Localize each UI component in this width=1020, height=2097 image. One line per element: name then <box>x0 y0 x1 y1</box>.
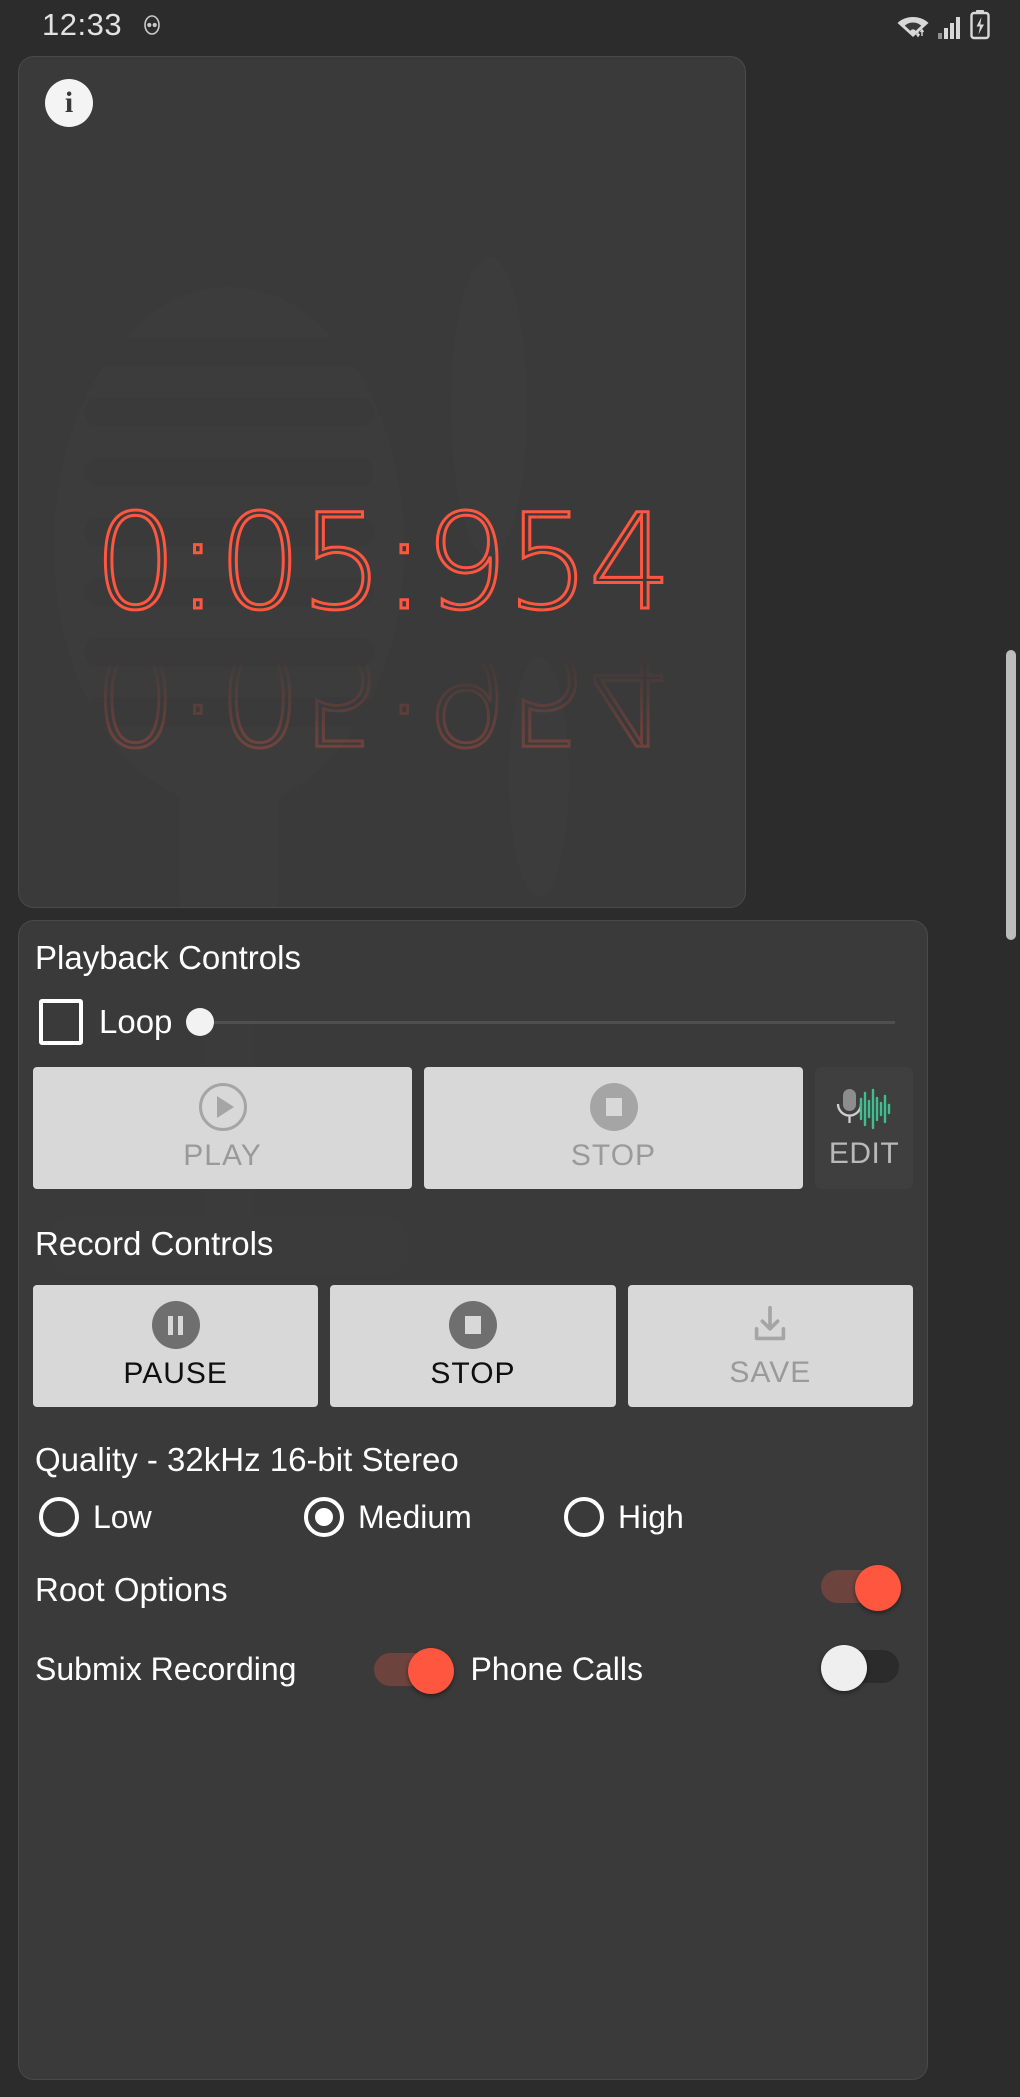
record-stop-button-label: STOP <box>430 1357 516 1390</box>
loop-label: Loop <box>99 1003 173 1040</box>
stop-circle-icon <box>448 1301 497 1349</box>
pause-circle-icon <box>151 1301 200 1349</box>
quality-title: Quality - 32kHz 16-bit Stereo <box>35 1441 459 1478</box>
edit-button-label: EDIT <box>828 1137 900 1170</box>
play-circle-icon <box>198 1083 247 1131</box>
radio-low-icon <box>39 1497 79 1537</box>
quality-option-low-label: Low <box>93 1498 152 1535</box>
play-triangle-icon <box>216 1096 234 1118</box>
record-save-button[interactable]: SAVE <box>627 1285 913 1407</box>
status-bar: 12:33 <box>0 0 1020 50</box>
quality-option-high[interactable]: High <box>564 1497 684 1537</box>
loop-checkbox[interactable] <box>39 999 83 1045</box>
phone-calls-label: Phone Calls <box>470 1650 643 1687</box>
record-button-row: PAUSE STOP SAVE <box>19 1285 927 1407</box>
info-icon: i <box>64 86 74 119</box>
record-save-button-label: SAVE <box>729 1356 812 1389</box>
info-button[interactable]: i <box>45 79 93 127</box>
toggle-knob <box>408 1648 455 1694</box>
battery-charging-icon <box>970 10 990 40</box>
slider-track <box>186 1020 895 1024</box>
status-bar-left: 12:33 <box>42 7 164 43</box>
slider-thumb[interactable] <box>186 1008 215 1036</box>
playback-stop-button[interactable]: STOP <box>424 1067 803 1189</box>
stop-square-icon <box>605 1098 622 1116</box>
quality-radio-group: Low Medium High <box>19 1497 927 1537</box>
elapsed-time-reflection: 0:05:954 <box>92 617 672 774</box>
controls-card: Playback Controls Loop PLAY STOP EDIT Re… <box>18 920 928 2080</box>
play-button-label: PLAY <box>183 1139 262 1172</box>
record-pause-button-label: PAUSE <box>123 1357 228 1390</box>
stop-square-icon <box>464 1316 481 1334</box>
cellular-signal-icon <box>938 17 960 39</box>
phone-calls-toggle[interactable] <box>821 1645 899 1691</box>
loop-row: Loop <box>19 999 927 1045</box>
timer-card: i 0:05:954 0:05:954 <box>18 56 746 908</box>
submix-recording-label: Submix Recording <box>35 1650 297 1687</box>
submix-recording-row: Submix Recording Phone Calls <box>19 1641 927 1697</box>
quality-option-low[interactable]: Low <box>39 1497 304 1537</box>
record-pause-button[interactable]: PAUSE <box>33 1285 319 1407</box>
playback-position-slider[interactable] <box>186 1004 895 1040</box>
toggle-knob <box>855 1565 901 1611</box>
playback-stop-button-label: STOP <box>570 1139 657 1172</box>
pause-bars-icon <box>168 1315 184 1335</box>
download-icon <box>755 1305 786 1341</box>
record-stop-button[interactable]: STOP <box>330 1285 616 1407</box>
elapsed-time-display: 0:05:954 <box>92 486 674 640</box>
record-controls-title: Record Controls <box>35 1225 274 1262</box>
wifi-icon <box>897 17 929 38</box>
playback-controls-title: Playback Controls <box>35 939 301 976</box>
submix-recording-toggle[interactable] <box>374 1648 455 1694</box>
microphone-waveform-icon <box>836 1088 891 1130</box>
quality-option-high-label: High <box>618 1498 684 1535</box>
quality-option-medium[interactable]: Medium <box>304 1497 564 1537</box>
play-button[interactable]: PLAY <box>33 1067 412 1189</box>
radio-medium-icon <box>304 1497 344 1537</box>
status-clock: 12:33 <box>42 7 123 42</box>
root-options-row: Root Options <box>19 1565 927 1623</box>
page-scrollbar[interactable] <box>1006 650 1016 940</box>
eye-icon <box>144 15 160 35</box>
radio-high-icon <box>564 1497 604 1537</box>
status-bar-right <box>896 10 990 40</box>
playback-button-row: PLAY STOP EDIT <box>19 1067 927 1189</box>
root-options-title: Root Options <box>35 1571 228 1608</box>
edit-button[interactable]: EDIT <box>815 1067 913 1189</box>
quality-option-medium-label: Medium <box>358 1498 472 1535</box>
stop-circle-icon <box>589 1083 638 1131</box>
root-options-toggle[interactable] <box>821 1565 901 1611</box>
toggle-knob <box>821 1645 867 1691</box>
